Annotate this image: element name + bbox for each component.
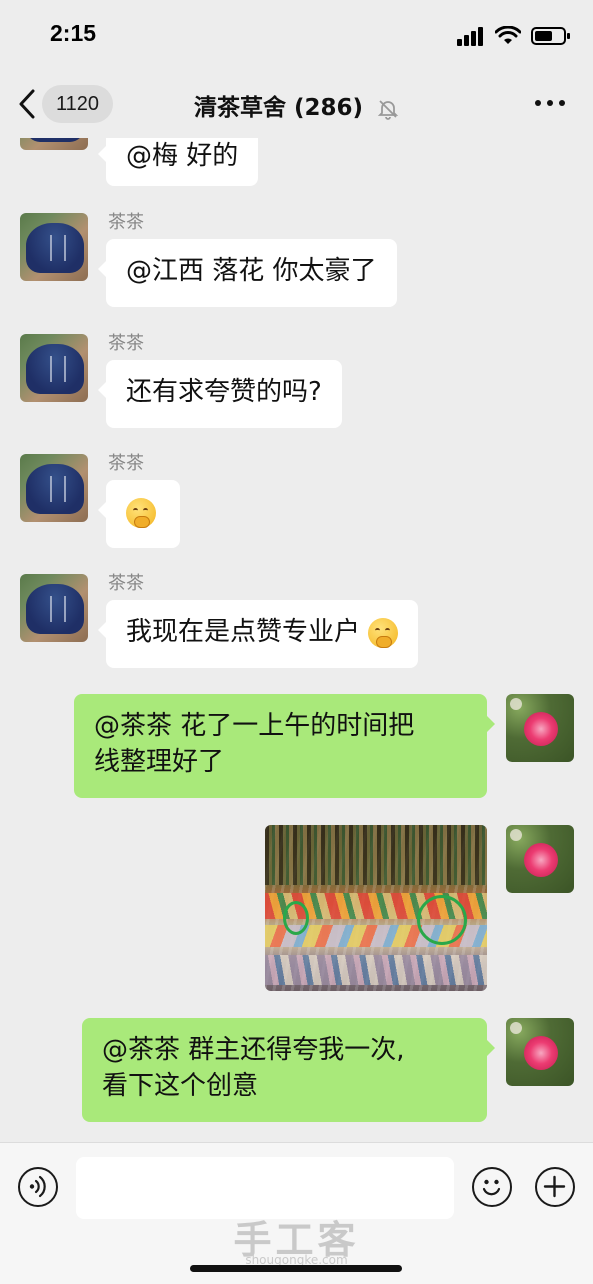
message-bubble-incoming[interactable] <box>98 480 180 548</box>
message-text: @梅 好的 <box>126 141 239 171</box>
avatar[interactable] <box>506 694 574 762</box>
home-indicator[interactable] <box>190 1265 402 1272</box>
message-text: @江西 落花 你太豪了 <box>126 256 377 286</box>
more-dot <box>559 100 565 106</box>
status-bar: 2:15 <box>0 0 593 72</box>
sender-name: 茶茶 <box>108 453 144 474</box>
avatar[interactable] <box>20 454 88 522</box>
message-list[interactable]: @梅 好的 茶茶 @江西 落花 你太豪了 茶茶 还有求夸赞的吗? 茶茶 茶茶 我… <box>0 138 593 1142</box>
avatar[interactable] <box>20 138 88 150</box>
thinking-face-emoji <box>126 497 156 528</box>
signal-icon <box>457 27 483 46</box>
avatar[interactable] <box>20 213 88 281</box>
message-text: 还有求夸赞的吗? <box>126 377 322 407</box>
message-text: 线整理好了 <box>94 747 225 777</box>
bell-muted-icon <box>377 99 399 120</box>
avatar[interactable] <box>506 825 574 893</box>
message-bubble-outgoing[interactable]: @茶茶 花了一上午的时间把 线整理好了 <box>74 694 495 798</box>
input-bar: 手工客 shougongke.com <box>0 1142 593 1284</box>
message-text: @茶茶 花了一上午的时间把 <box>94 711 415 741</box>
sender-name: 茶茶 <box>108 212 144 233</box>
message-text: 我现在是点赞专业户 <box>126 617 361 647</box>
sender-name: 茶茶 <box>108 573 144 594</box>
message-text: @茶茶 群主还得夸我一次, <box>102 1035 405 1065</box>
chat-title-wrap[interactable]: 清茶草舍 (286) <box>0 88 593 122</box>
more-functions-button[interactable] <box>535 1167 575 1207</box>
avatar[interactable] <box>506 1018 574 1086</box>
avatar[interactable] <box>20 574 88 642</box>
emoji-icon <box>482 1179 501 1196</box>
more-dots-icon <box>535 100 541 106</box>
message-bubble-incoming[interactable]: @江西 落花 你太豪了 <box>98 239 397 307</box>
status-time: 2:15 <box>50 20 97 46</box>
plus-icon <box>543 1175 566 1198</box>
message-bubble-incoming[interactable]: 还有求夸赞的吗? <box>98 360 342 428</box>
braided-threads-photo[interactable] <box>265 825 487 991</box>
battery-icon <box>531 27 570 45</box>
thinking-face-emoji <box>368 617 399 648</box>
message-bubble-outgoing[interactable]: @茶茶 群主还得夸我一次, 看下这个创意 <box>82 1018 495 1122</box>
voice-button[interactable] <box>18 1167 58 1207</box>
status-icons <box>457 26 571 46</box>
chat-header: 1120 清茶草舍 (286) <box>0 72 593 138</box>
wifi-icon <box>495 26 521 44</box>
voice-icon <box>29 1175 46 1198</box>
message-bubble-incoming[interactable]: @梅 好的 <box>97 138 259 186</box>
message-bubble-incoming[interactable]: 我现在是点赞专业户 <box>97 600 419 668</box>
sender-name: 茶茶 <box>108 333 144 354</box>
more-options-button[interactable] <box>535 100 565 106</box>
avatar[interactable] <box>20 334 88 402</box>
message-text: 看下这个创意 <box>102 1071 259 1101</box>
emoji-button[interactable] <box>472 1167 512 1207</box>
wechat-chat-screen: 2:15 1120 清茶草舍 (286) @梅 好的 茶茶 @江西 落花 你太豪… <box>0 0 593 1284</box>
more-dot <box>547 100 553 106</box>
chat-title: 清茶草舍 (286) <box>193 95 364 121</box>
